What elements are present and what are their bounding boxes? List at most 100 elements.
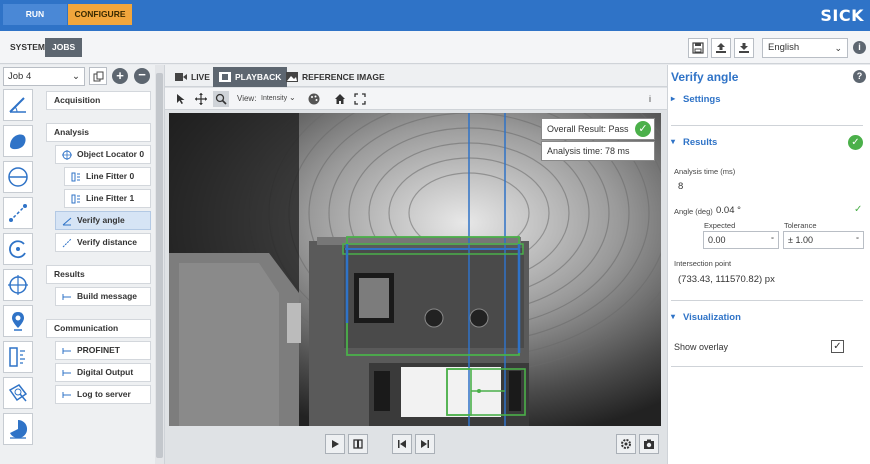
tab-reference-image[interactable]: REFERENCE IMAGE bbox=[280, 67, 391, 87]
results-section-toggle[interactable]: ▾ Results bbox=[671, 137, 717, 148]
pointer-icon[interactable] bbox=[173, 91, 189, 107]
line-fitter-icon bbox=[71, 172, 80, 182]
tree-item-object-locator[interactable]: Object Locator 0 bbox=[55, 145, 151, 164]
message-icon bbox=[62, 294, 71, 300]
copy-job-icon[interactable] bbox=[89, 67, 107, 85]
configure-mode-button[interactable]: CONFIGURE bbox=[68, 4, 132, 25]
tolerance-unit: ° bbox=[856, 235, 859, 244]
analysis-time-label: Analysis time (ms) bbox=[674, 167, 736, 176]
analysis-section[interactable]: Analysis bbox=[46, 123, 151, 142]
skip-forward-icon[interactable] bbox=[415, 434, 435, 454]
tree-item-line-fitter-0[interactable]: Line Fitter 0 bbox=[64, 167, 151, 186]
edge-tool-icon[interactable] bbox=[3, 89, 33, 121]
pattern-tool-icon[interactable] bbox=[3, 377, 33, 409]
angle-ok-check-icon: ✓ bbox=[854, 204, 863, 215]
tree-item-build-message[interactable]: Build message bbox=[55, 287, 151, 306]
acquisition-section[interactable]: Acquisition bbox=[46, 91, 151, 110]
divider bbox=[671, 300, 863, 301]
skip-back-icon[interactable] bbox=[392, 434, 412, 454]
divider bbox=[671, 366, 863, 367]
language-value: English bbox=[768, 42, 800, 53]
tree-item-label: Verify angle bbox=[77, 215, 125, 225]
expected-field[interactable]: 0.00 ° bbox=[703, 231, 779, 249]
camera-image[interactable]: Overall Result: Pass ✓ Analysis time: 78… bbox=[169, 113, 661, 426]
chevron-down-icon: ⌄ bbox=[289, 93, 296, 102]
circle-tool-icon[interactable] bbox=[3, 161, 33, 193]
tree-item-line-fitter-1[interactable]: Line Fitter 1 bbox=[64, 189, 151, 208]
camera-snapshot-icon[interactable] bbox=[639, 434, 659, 454]
language-select[interactable]: English ⌄ bbox=[762, 38, 848, 58]
tree-item-verify-angle[interactable]: Verify angle bbox=[55, 211, 151, 230]
results-label: Results bbox=[683, 137, 718, 148]
scroll-thumb[interactable] bbox=[156, 73, 163, 458]
tree-item-label: Log to server bbox=[77, 389, 131, 399]
tree-item-label: Build message bbox=[77, 291, 137, 301]
panel-title: Verify angle bbox=[671, 70, 739, 84]
move-icon[interactable] bbox=[193, 91, 209, 107]
log-icon bbox=[62, 392, 71, 398]
save-icon[interactable] bbox=[688, 38, 708, 58]
tree-item-label: Object Locator 0 bbox=[77, 149, 145, 159]
overall-result-overlay: Overall Result: Pass ✓ bbox=[541, 118, 655, 140]
line-tool-icon[interactable] bbox=[3, 197, 33, 229]
results-section[interactable]: Results bbox=[46, 265, 151, 284]
intersection-label: Intersection point bbox=[674, 259, 732, 268]
expected-label: Expected bbox=[704, 221, 736, 230]
run-mode-button[interactable]: RUN bbox=[3, 4, 67, 25]
view-tabs: LIVE PLAYBACK REFERENCE IMAGE bbox=[165, 65, 667, 87]
home-icon[interactable] bbox=[332, 91, 348, 107]
angle-value: 0.04 ° bbox=[716, 205, 741, 216]
pie-tool-icon[interactable] bbox=[3, 413, 33, 445]
tree-item-log-to-server[interactable]: Log to server bbox=[55, 385, 151, 404]
tree-item-profinet[interactable]: PROFINET bbox=[55, 341, 151, 360]
fit-screen-icon[interactable] bbox=[352, 91, 368, 107]
expected-value: 0.00 bbox=[708, 235, 726, 245]
arc-tool-icon[interactable] bbox=[3, 233, 33, 265]
divider bbox=[671, 125, 863, 126]
tolerance-field[interactable]: ± 1.00 ° bbox=[783, 231, 864, 249]
palette-icon[interactable] bbox=[306, 91, 322, 107]
jobs-tab[interactable]: JOBS bbox=[45, 38, 83, 57]
info-button[interactable]: i bbox=[649, 94, 651, 104]
visualization-section-toggle[interactable]: ▾ Visualization bbox=[671, 312, 741, 323]
left-panel: Job 4 ⌄ + − Acquisition Analysis Object … bbox=[0, 65, 165, 464]
intersection-value: (733.43, 111570.82) px bbox=[678, 274, 775, 285]
chevron-down-icon: ▾ bbox=[671, 312, 676, 321]
help-icon[interactable]: ? bbox=[853, 70, 866, 83]
sick-logo: SICK bbox=[820, 6, 864, 25]
tab-live[interactable]: LIVE bbox=[169, 67, 216, 87]
upload-icon[interactable] bbox=[711, 38, 731, 58]
tolerance-value: ± 1.00 bbox=[788, 235, 813, 245]
tree-item-verify-distance[interactable]: Verify distance bbox=[55, 233, 151, 252]
tree-item-digital-output[interactable]: Digital Output bbox=[55, 363, 151, 382]
job-select[interactable]: Job 4 ⌄ bbox=[3, 67, 85, 86]
gauge-tool-icon[interactable] bbox=[3, 341, 33, 373]
results-ok-icon: ✓ bbox=[848, 135, 863, 150]
left-scrollbar[interactable] bbox=[155, 65, 164, 464]
settings-gear-icon[interactable] bbox=[616, 434, 636, 454]
info-icon[interactable]: i bbox=[853, 41, 866, 54]
image-panel: LIVE PLAYBACK REFERENCE IMAGE View: Inte… bbox=[165, 65, 667, 464]
locator-icon bbox=[62, 150, 72, 160]
communication-section[interactable]: Communication bbox=[46, 319, 151, 338]
add-job-icon[interactable]: + bbox=[112, 68, 128, 84]
angle-label: Angle (deg) bbox=[674, 207, 713, 216]
network-icon bbox=[62, 348, 71, 354]
view-select[interactable]: Intensity ⌄ bbox=[261, 93, 296, 102]
pin-tool-icon[interactable] bbox=[3, 305, 33, 337]
tree-item-label: Line Fitter 1 bbox=[86, 193, 135, 203]
tree-item-label: PROFINET bbox=[77, 345, 120, 355]
view-label: View: bbox=[237, 94, 257, 103]
crosshair-tool-icon[interactable] bbox=[3, 269, 33, 301]
play-icon[interactable] bbox=[325, 434, 345, 454]
properties-panel: Verify angle ? ▸ Settings ▾ Results ✓ An… bbox=[667, 65, 870, 464]
download-icon[interactable] bbox=[734, 38, 754, 58]
pass-check-icon: ✓ bbox=[635, 121, 651, 137]
remove-job-icon[interactable]: − bbox=[134, 68, 150, 84]
blob-tool-icon[interactable] bbox=[3, 125, 33, 157]
zoom-icon[interactable] bbox=[213, 91, 229, 107]
tab-playback[interactable]: PLAYBACK bbox=[213, 67, 288, 87]
show-overlay-checkbox[interactable]: ✓ bbox=[831, 340, 844, 353]
pause-icon[interactable] bbox=[348, 434, 368, 454]
settings-section-toggle[interactable]: ▸ Settings bbox=[671, 94, 720, 105]
